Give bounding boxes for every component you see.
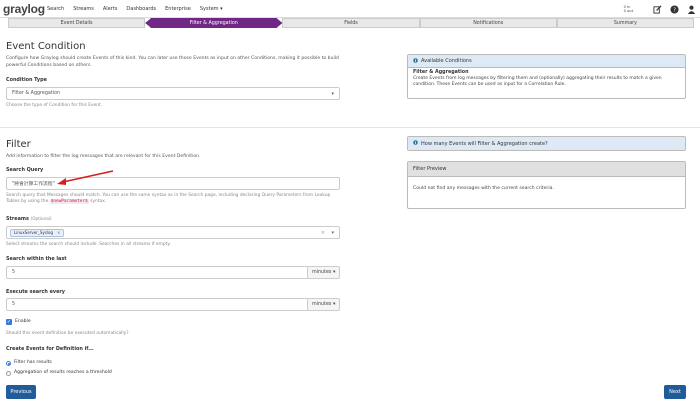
query-help-line-3: syntax. xyxy=(90,199,107,204)
clear-icon[interactable]: × xyxy=(321,230,325,236)
throughput: 0 in 0 out xyxy=(624,5,633,13)
previous-button[interactable]: Previous xyxy=(6,385,36,399)
condition-type-label: Condition Type xyxy=(6,77,47,83)
available-conditions-title: Available Conditions xyxy=(421,58,472,64)
nav-links: Search Streams Alerts Dashboards Enterpr… xyxy=(47,0,232,18)
filter-title: Filter xyxy=(6,139,31,150)
aggregation-threshold-label: Aggregation of results reaches a thresho… xyxy=(14,370,112,375)
nav-alerts[interactable]: Alerts xyxy=(103,6,118,12)
execute-every-value: 5 xyxy=(12,302,16,307)
user-icon[interactable] xyxy=(686,4,696,14)
close-icon[interactable]: × xyxy=(57,230,60,235)
step-fields[interactable]: Fields xyxy=(282,18,420,28)
search-within-input[interactable]: 5 xyxy=(6,266,308,279)
chevron-down-icon: ▾ xyxy=(331,230,334,236)
query-help-code: $newParameter$ xyxy=(49,199,89,204)
svg-text:?: ? xyxy=(673,7,676,13)
filter-preview-header: Filter Preview xyxy=(408,162,685,177)
throughput-out: 0 out xyxy=(623,9,633,13)
filter-preview-body: Could not find any messages with the cur… xyxy=(413,186,554,191)
next-button[interactable]: Next xyxy=(664,385,686,399)
available-conditions-panel: Available Conditions Filter & Aggregatio… xyxy=(407,54,686,99)
wizard-steps: Event Details Filter & Aggregation Field… xyxy=(8,18,695,28)
enable-checkbox[interactable]: ✓ xyxy=(6,319,12,325)
execute-every-unit-dropdown[interactable]: minutes ▾ xyxy=(308,298,340,311)
step-filter-aggregation[interactable]: Filter & Aggregation xyxy=(145,18,282,28)
event-condition-desc: Configure how Graylog should create Even… xyxy=(6,56,339,68)
stream-tag[interactable]: LinuxServer_Syslog × xyxy=(10,228,65,237)
search-within-unit: minutes ▾ xyxy=(312,270,336,275)
search-query-value: "將會計算工作流程" xyxy=(12,182,55,187)
annotation-arrow-icon xyxy=(57,170,114,185)
help-icon[interactable]: ? xyxy=(669,4,679,14)
filter-preview-title: Filter Preview xyxy=(413,166,447,172)
filter-preview-panel: Filter Preview Could not find any messag… xyxy=(407,161,686,209)
condition-type-help: Choose the type of Condition for this Ev… xyxy=(6,103,103,108)
condition-type-value: Filter & Aggregation xyxy=(12,91,61,96)
info-icon xyxy=(413,57,418,65)
nav-system[interactable]: System ▾ xyxy=(200,6,223,12)
section-divider xyxy=(0,127,700,128)
stream-tag-label: LinuxServer_Syslog xyxy=(14,230,53,235)
execute-every-input[interactable]: 5 xyxy=(6,298,308,311)
how-many-events-panel: How many Events will Filter & Aggregatio… xyxy=(407,136,686,151)
filter-desc: Add information to filter the log messag… xyxy=(6,154,201,159)
search-within-value: 5 xyxy=(12,270,16,275)
streams-label: Streams (Optional) xyxy=(6,216,52,222)
info-icon xyxy=(413,140,418,147)
step-summary[interactable]: Summary xyxy=(556,18,695,28)
condition-type-select[interactable]: Filter & Aggregation ▾ xyxy=(6,87,340,100)
top-navbar: graylog Search Streams Alerts Dashboards… xyxy=(0,0,700,18)
nav-enterprise[interactable]: Enterprise xyxy=(165,6,191,12)
streams-label-text: Streams xyxy=(6,216,29,222)
streams-optional: (Optional) xyxy=(30,216,52,221)
search-within-label: Search within the last xyxy=(6,256,67,262)
step-notifications[interactable]: Notifications xyxy=(419,18,557,28)
enable-help: Should this event definition be executed… xyxy=(6,331,129,336)
streams-select[interactable]: LinuxServer_Syslog × × ▾ xyxy=(6,226,340,239)
search-query-label: Search Query xyxy=(6,167,44,173)
create-events-label: Create Events for Definition if... xyxy=(6,346,94,352)
nav-dashboards[interactable]: Dashboards xyxy=(126,6,156,12)
available-conditions-text: Create Events from log messages by filte… xyxy=(413,76,662,87)
streams-help: Select streams the search should include… xyxy=(6,242,171,247)
graylog-logo[interactable]: graylog xyxy=(3,1,45,17)
aggregation-threshold-radio[interactable] xyxy=(6,371,11,376)
filter-has-results-label: Filter has results xyxy=(14,360,52,365)
filter-has-results-radio[interactable] xyxy=(6,361,11,366)
search-query-help: Search query that Messages should match.… xyxy=(6,193,341,205)
execute-every-label: Execute search every xyxy=(6,289,65,295)
nav-search[interactable]: Search xyxy=(47,6,64,12)
execute-every-unit: minutes ▾ xyxy=(312,302,336,307)
how-many-events-header: How many Events will Filter & Aggregatio… xyxy=(408,137,685,150)
edit-icon[interactable] xyxy=(652,4,662,14)
step-event-details[interactable]: Event Details xyxy=(8,18,146,28)
chevron-down-icon: ▾ xyxy=(331,91,334,97)
how-many-events-title: How many Events will Filter & Aggregatio… xyxy=(421,140,548,147)
available-conditions-subtitle: Filter & Aggregation xyxy=(413,70,469,75)
event-condition-title: Event Condition xyxy=(6,41,86,52)
available-conditions-header: Available Conditions xyxy=(408,55,685,68)
search-within-unit-dropdown[interactable]: minutes ▾ xyxy=(308,266,340,279)
enable-label: Enable xyxy=(15,319,31,324)
nav-streams[interactable]: Streams xyxy=(73,6,94,12)
query-help-line-1: Search query that Messages should match.… xyxy=(6,193,314,198)
logo-text: graylog xyxy=(3,2,45,16)
available-conditions-body: Filter & Aggregation Create Events from … xyxy=(408,68,685,90)
nav-right: 0 in 0 out ? xyxy=(624,0,696,18)
